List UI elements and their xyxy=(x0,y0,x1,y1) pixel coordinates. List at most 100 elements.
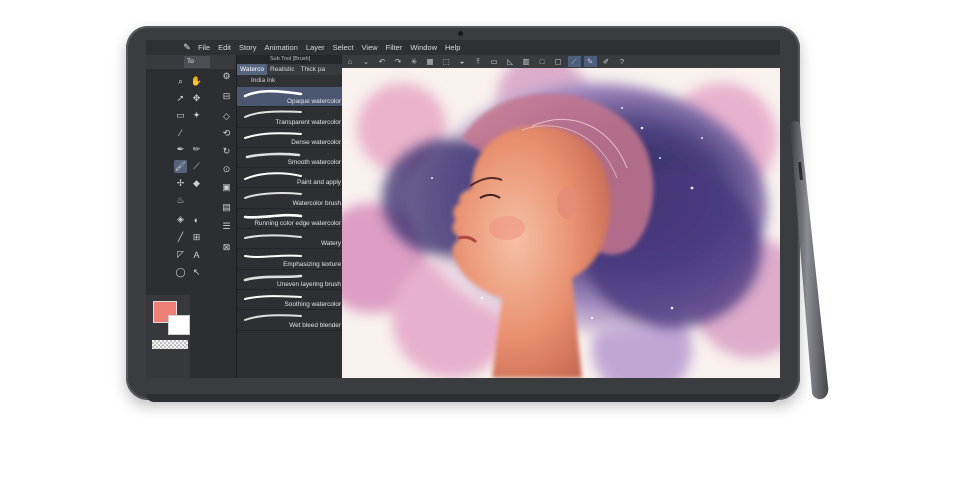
brush-stroke-path xyxy=(243,274,303,281)
brush-name: Uneven layering brush xyxy=(277,280,341,288)
clear-icon[interactable]: ▦ xyxy=(424,56,437,67)
layer-icon[interactable]: ▤ xyxy=(220,201,233,214)
app-logo-icon[interactable]: ✎ xyxy=(180,40,194,55)
menu-animation[interactable]: Animation xyxy=(261,43,302,52)
tool-palette-tabs: To xyxy=(146,55,236,69)
brush-item[interactable]: Uneven layering brush xyxy=(237,270,343,290)
transform-icon[interactable]: ⬚ xyxy=(440,56,453,67)
move-icon[interactable]: ✥ xyxy=(190,92,203,105)
stack-icon[interactable]: ☰ xyxy=(220,220,233,233)
brush-item[interactable]: Dense watercolor xyxy=(237,128,343,148)
transparent-color-swatch[interactable] xyxy=(152,340,188,349)
menu-layer[interactable]: Layer xyxy=(302,43,329,52)
menu-file[interactable]: File xyxy=(194,43,214,52)
crop-icon[interactable]: ▭ xyxy=(488,56,501,67)
frame-icon[interactable]: ⊞ xyxy=(190,231,203,244)
undo-icon[interactable]: ↶ xyxy=(376,56,389,67)
pencil-icon[interactable]: ✏ xyxy=(190,143,203,156)
pen-smooth-icon[interactable]: ✎ xyxy=(583,56,597,67)
pen-pressure-icon[interactable]: ✐ xyxy=(600,56,613,67)
brush-item[interactable]: Transparent watercolor xyxy=(237,107,343,128)
balloon-icon[interactable]: ◯ xyxy=(174,266,187,279)
ruler-icon[interactable]: ◺ xyxy=(504,56,517,67)
texture-icon[interactable]: ⊙ xyxy=(220,163,233,176)
auto-select-icon[interactable]: ✦ xyxy=(190,109,203,122)
ruler-icon[interactable]: ◸ xyxy=(174,248,187,261)
brush-name: Watercolor brush xyxy=(292,199,341,207)
brush-stroke-path xyxy=(245,152,301,159)
menu-edit[interactable]: Edit xyxy=(214,43,235,52)
brush-icon[interactable]: 🖌 xyxy=(174,160,187,173)
brush-size-icon[interactable]: ⟲ xyxy=(220,127,233,140)
move-layer-icon[interactable]: ⤒ xyxy=(472,56,485,67)
blend-icon[interactable]: ♨ xyxy=(174,194,187,207)
brush-item[interactable]: Smooth watercolor xyxy=(237,148,343,169)
menu-select[interactable]: Select xyxy=(329,43,358,52)
brush-name: Running color edge watercolor xyxy=(254,220,341,228)
tab-thick-paint[interactable]: Thick pa xyxy=(298,64,329,75)
airbrush-icon[interactable]: ⟋ xyxy=(190,160,203,173)
menu-window[interactable]: Window xyxy=(406,43,441,52)
layer-mask-icon[interactable]: ▢ xyxy=(552,56,565,67)
decoration-icon[interactable]: ✢ xyxy=(174,177,187,190)
grid-icon[interactable]: ▥ xyxy=(520,56,533,67)
operation-icon[interactable]: ➚ xyxy=(174,92,187,105)
redo-icon[interactable]: ↷ xyxy=(392,56,405,67)
menu-bar: ✎ File Edit Story Animation Layer Select… xyxy=(146,40,780,55)
brush-item[interactable]: Watery xyxy=(237,229,343,250)
sub-tool-title: Sub Tool [Brush] xyxy=(237,55,343,64)
transparent-icon[interactable]: ◇ xyxy=(220,110,233,123)
layer-props-icon[interactable]: ⊟ xyxy=(220,90,233,103)
tool-tab[interactable]: To xyxy=(184,56,210,68)
rotate-icon[interactable]: ⌂ xyxy=(344,56,357,67)
hand-icon[interactable]: ✋ xyxy=(190,75,203,88)
front-camera xyxy=(458,31,463,36)
brush-stroke-path xyxy=(244,254,302,259)
brush-name: Watery xyxy=(320,240,341,248)
brush-name: Emphasizing texture xyxy=(283,260,341,268)
sub-tool-group[interactable]: India ink xyxy=(237,75,343,87)
brush-item[interactable]: Wet bleed blender xyxy=(237,310,343,331)
eyedropper-icon[interactable]: ⁄ xyxy=(174,126,187,139)
zoom-icon[interactable]: ⌕ xyxy=(174,75,187,88)
pen-stroke-icon[interactable]: ⟋ xyxy=(567,56,581,67)
brush-stroke-path xyxy=(244,131,302,139)
menu-story[interactable]: Story xyxy=(235,43,261,52)
brush-stroke-path xyxy=(244,295,302,300)
palette-gear-icon[interactable]: ⚙ xyxy=(220,70,233,83)
selection-icon[interactable]: ▭ xyxy=(174,109,187,122)
tab-watercolor[interactable]: Waterco xyxy=(237,64,267,75)
stylus-pen xyxy=(790,121,829,400)
brush-item[interactable]: Paint and apply xyxy=(237,168,343,189)
brush-stroke-path xyxy=(244,172,302,181)
figure-icon[interactable]: ╱ xyxy=(174,231,187,244)
app-screen: ✎ File Edit Story Animation Layer Select… xyxy=(146,40,780,378)
pen-icon[interactable]: ✒ xyxy=(174,143,187,156)
brush-item[interactable]: Soothing watercolor xyxy=(237,290,343,311)
brush-item[interactable]: Emphasizing texture xyxy=(237,249,343,270)
frame-border-icon[interactable]: □ xyxy=(536,56,549,67)
blend-mode-icon[interactable]: ▣ xyxy=(220,181,233,194)
brush-item[interactable]: Running color edge watercolor xyxy=(237,209,343,230)
correct-line-icon[interactable]: ↖ xyxy=(190,266,203,279)
text-icon[interactable]: A xyxy=(190,248,203,261)
menu-filter[interactable]: Filter xyxy=(382,43,407,52)
brush-item[interactable]: Opaque watercolor xyxy=(237,87,343,108)
brush-name: Opaque watercolor xyxy=(287,98,341,106)
menu-view[interactable]: View xyxy=(358,43,382,52)
sub-tool-panel: Sub Tool [Brush] Waterco Realistic Thick… xyxy=(236,55,343,378)
fill-icon[interactable]: ◈ xyxy=(174,213,187,226)
eraser-icon[interactable]: ◆ xyxy=(190,177,203,190)
delete-icon[interactable]: ⊠ xyxy=(220,241,233,254)
brush-item[interactable]: Watercolor brush xyxy=(237,188,343,209)
tab-realistic[interactable]: Realistic xyxy=(267,64,298,75)
chevron-down-icon[interactable]: ⌄ xyxy=(360,56,373,67)
loading-icon[interactable]: ✳ xyxy=(408,56,421,67)
drawing-canvas[interactable] xyxy=(342,68,780,378)
menu-help[interactable]: Help xyxy=(441,43,464,52)
sub-color-swatch[interactable] xyxy=(168,315,190,335)
gradient-icon[interactable]: ◐ xyxy=(190,213,203,226)
help-icon[interactable]: ? xyxy=(616,56,629,67)
stabilize-icon[interactable]: ↻ xyxy=(220,145,233,158)
fill-icon[interactable]: ◒ xyxy=(456,56,469,67)
